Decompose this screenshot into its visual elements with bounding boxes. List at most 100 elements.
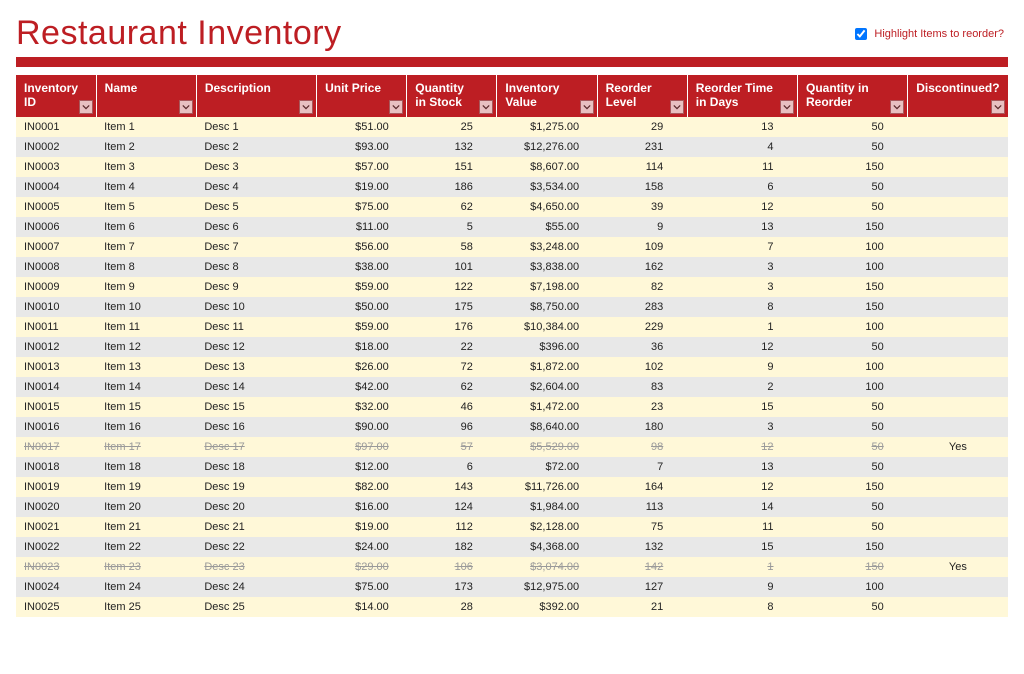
table-row[interactable]: IN0008Item 8Desc 8$38.00101$3,838.001623… bbox=[16, 257, 1008, 277]
cell-qreorder: 50 bbox=[798, 417, 908, 437]
table-body: IN0001Item 1Desc 1$51.0025$1,275.0029135… bbox=[16, 117, 1008, 617]
cell-qty: 173 bbox=[407, 577, 497, 597]
filter-dropdown-icon[interactable] bbox=[991, 100, 1005, 114]
cell-reorder: 142 bbox=[597, 557, 687, 577]
filter-dropdown-icon[interactable] bbox=[299, 100, 313, 114]
cell-reorder: 75 bbox=[597, 517, 687, 537]
cell-desc: Desc 22 bbox=[196, 537, 316, 557]
cell-qty: 96 bbox=[407, 417, 497, 437]
cell-disc bbox=[908, 397, 1008, 417]
cell-name: Item 1 bbox=[96, 117, 196, 137]
cell-reorder: 162 bbox=[597, 257, 687, 277]
filter-dropdown-icon[interactable] bbox=[780, 100, 794, 114]
table-row[interactable]: IN0006Item 6Desc 6$11.005$55.00913150 bbox=[16, 217, 1008, 237]
cell-price: $12.00 bbox=[317, 457, 407, 477]
cell-id: IN0006 bbox=[16, 217, 96, 237]
table-row[interactable]: IN0011Item 11Desc 11$59.00176$10,384.002… bbox=[16, 317, 1008, 337]
highlight-checkbox-input[interactable] bbox=[855, 28, 867, 40]
cell-name: Item 18 bbox=[96, 457, 196, 477]
table-row[interactable]: IN0018Item 18Desc 18$12.006$72.0071350 bbox=[16, 457, 1008, 477]
table-row[interactable]: IN0021Item 21Desc 21$19.00112$2,128.0075… bbox=[16, 517, 1008, 537]
cell-qty: 72 bbox=[407, 357, 497, 377]
column-header-id: InventoryID bbox=[16, 75, 96, 117]
cell-id: IN0025 bbox=[16, 597, 96, 617]
table-row[interactable]: IN0023Item 23Desc 23$29.00106$3,074.0014… bbox=[16, 557, 1008, 577]
cell-price: $24.00 bbox=[317, 537, 407, 557]
cell-time: 11 bbox=[687, 157, 797, 177]
column-label: ReorderLevel bbox=[606, 81, 652, 109]
table-row[interactable]: IN0013Item 13Desc 13$26.0072$1,872.00102… bbox=[16, 357, 1008, 377]
filter-dropdown-icon[interactable] bbox=[389, 100, 403, 114]
cell-qreorder: 100 bbox=[798, 377, 908, 397]
filter-dropdown-icon[interactable] bbox=[79, 100, 93, 114]
cell-desc: Desc 6 bbox=[196, 217, 316, 237]
table-row[interactable]: IN0005Item 5Desc 5$75.0062$4,650.0039125… bbox=[16, 197, 1008, 217]
cell-reorder: 98 bbox=[597, 437, 687, 457]
cell-disc bbox=[908, 417, 1008, 437]
cell-value: $12,975.00 bbox=[497, 577, 597, 597]
cell-price: $51.00 bbox=[317, 117, 407, 137]
filter-dropdown-icon[interactable] bbox=[890, 100, 904, 114]
table-row[interactable]: IN0003Item 3Desc 3$57.00151$8,607.001141… bbox=[16, 157, 1008, 177]
column-label: Quantity inReorder bbox=[806, 81, 869, 109]
table-row[interactable]: IN0025Item 25Desc 25$14.0028$392.0021850 bbox=[16, 597, 1008, 617]
cell-id: IN0019 bbox=[16, 477, 96, 497]
cell-price: $57.00 bbox=[317, 157, 407, 177]
cell-value: $3,838.00 bbox=[497, 257, 597, 277]
cell-qty: 122 bbox=[407, 277, 497, 297]
filter-dropdown-icon[interactable] bbox=[670, 100, 684, 114]
cell-id: IN0009 bbox=[16, 277, 96, 297]
table-row[interactable]: IN0004Item 4Desc 4$19.00186$3,534.001586… bbox=[16, 177, 1008, 197]
column-header-name: Name bbox=[96, 75, 196, 117]
cell-reorder: 21 bbox=[597, 597, 687, 617]
filter-dropdown-icon[interactable] bbox=[179, 100, 193, 114]
table-row[interactable]: IN0007Item 7Desc 7$56.0058$3,248.0010971… bbox=[16, 237, 1008, 257]
cell-reorder: 102 bbox=[597, 357, 687, 377]
cell-disc bbox=[908, 377, 1008, 397]
table-row[interactable]: IN0009Item 9Desc 9$59.00122$7,198.008231… bbox=[16, 277, 1008, 297]
table-row[interactable]: IN0014Item 14Desc 14$42.0062$2,604.00832… bbox=[16, 377, 1008, 397]
cell-name: Item 21 bbox=[96, 517, 196, 537]
table-row[interactable]: IN0015Item 15Desc 15$32.0046$1,472.00231… bbox=[16, 397, 1008, 417]
cell-qreorder: 100 bbox=[798, 577, 908, 597]
cell-price: $90.00 bbox=[317, 417, 407, 437]
column-label: Reorder Timein Days bbox=[696, 81, 773, 109]
cell-reorder: 127 bbox=[597, 577, 687, 597]
table-row[interactable]: IN0012Item 12Desc 12$18.0022$396.0036125… bbox=[16, 337, 1008, 357]
table-row[interactable]: IN0016Item 16Desc 16$90.0096$8,640.00180… bbox=[16, 417, 1008, 437]
table-row[interactable]: IN0010Item 10Desc 10$50.00175$8,750.0028… bbox=[16, 297, 1008, 317]
cell-name: Item 9 bbox=[96, 277, 196, 297]
cell-qreorder: 100 bbox=[798, 257, 908, 277]
cell-value: $72.00 bbox=[497, 457, 597, 477]
cell-disc bbox=[908, 157, 1008, 177]
table-row[interactable]: IN0020Item 20Desc 20$16.00124$1,984.0011… bbox=[16, 497, 1008, 517]
table-row[interactable]: IN0001Item 1Desc 1$51.0025$1,275.0029135… bbox=[16, 117, 1008, 137]
filter-dropdown-icon[interactable] bbox=[479, 100, 493, 114]
table-row[interactable]: IN0022Item 22Desc 22$24.00182$4,368.0013… bbox=[16, 537, 1008, 557]
cell-qreorder: 50 bbox=[798, 497, 908, 517]
cell-name: Item 12 bbox=[96, 337, 196, 357]
cell-qty: 143 bbox=[407, 477, 497, 497]
cell-qreorder: 150 bbox=[798, 557, 908, 577]
highlight-checkbox-label: Highlight Items to reorder? bbox=[874, 28, 1004, 40]
cell-disc: Yes bbox=[908, 557, 1008, 577]
table-row[interactable]: IN0002Item 2Desc 2$93.00132$12,276.00231… bbox=[16, 137, 1008, 157]
highlight-reorder-checkbox[interactable]: Highlight Items to reorder? bbox=[851, 25, 1008, 43]
cell-qreorder: 100 bbox=[798, 317, 908, 337]
cell-value: $392.00 bbox=[497, 597, 597, 617]
cell-price: $56.00 bbox=[317, 237, 407, 257]
cell-name: Item 10 bbox=[96, 297, 196, 317]
cell-disc bbox=[908, 357, 1008, 377]
cell-reorder: 109 bbox=[597, 237, 687, 257]
cell-time: 13 bbox=[687, 457, 797, 477]
table-row[interactable]: IN0019Item 19Desc 19$82.00143$11,726.001… bbox=[16, 477, 1008, 497]
cell-disc bbox=[908, 177, 1008, 197]
cell-desc: Desc 23 bbox=[196, 557, 316, 577]
column-label: Quantityin Stock bbox=[415, 81, 464, 109]
table-row[interactable]: IN0024Item 24Desc 24$75.00173$12,975.001… bbox=[16, 577, 1008, 597]
cell-name: Item 15 bbox=[96, 397, 196, 417]
cell-disc bbox=[908, 477, 1008, 497]
table-row[interactable]: IN0017Item 17Desc 17$97.0057$5,529.00981… bbox=[16, 437, 1008, 457]
cell-qreorder: 50 bbox=[798, 177, 908, 197]
filter-dropdown-icon[interactable] bbox=[580, 100, 594, 114]
